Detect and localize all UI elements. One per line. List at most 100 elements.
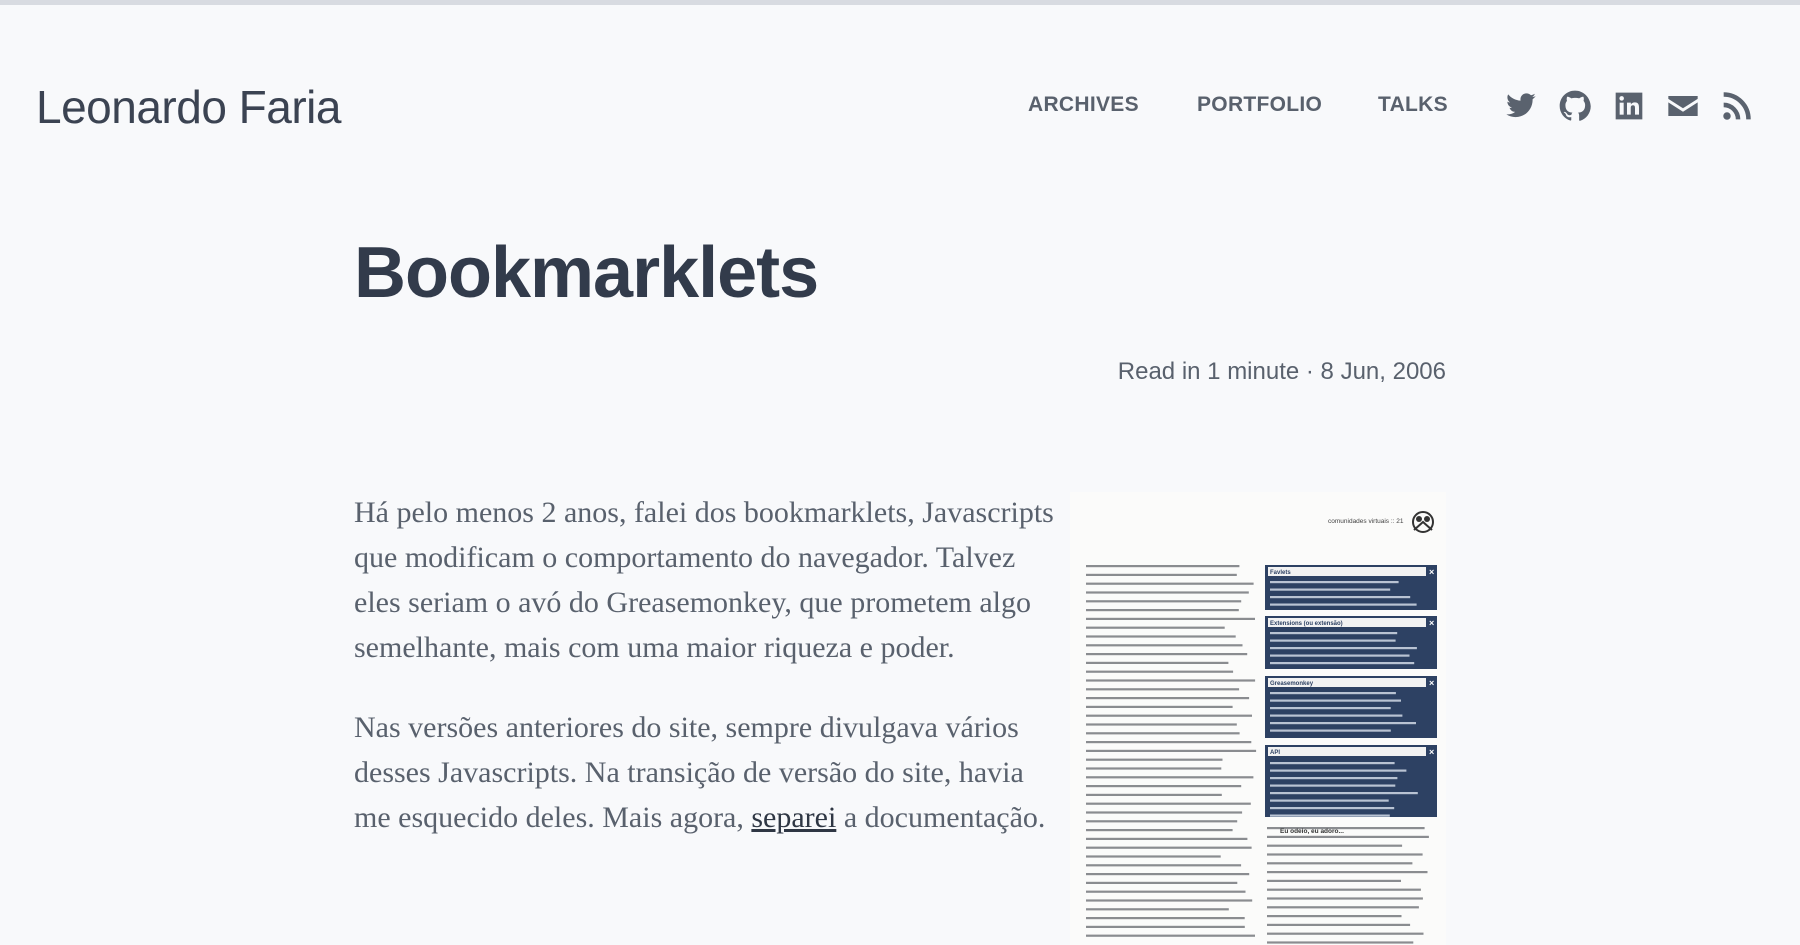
scan-text-line xyxy=(1086,855,1221,858)
scan-text-line xyxy=(1270,784,1396,787)
scan-text-line xyxy=(1270,603,1417,606)
scan-text-line xyxy=(1086,617,1255,620)
scan-text-line xyxy=(1086,934,1255,937)
scan-text-line xyxy=(1086,679,1256,682)
scan-text-line xyxy=(1086,705,1233,708)
scan-text-line xyxy=(1270,762,1395,765)
svg-text:×: × xyxy=(1429,747,1434,757)
scan-text-line xyxy=(1267,871,1428,874)
scan-text-line xyxy=(1086,591,1249,594)
scan-box-title: Favlets xyxy=(1270,570,1291,576)
scan-text-line xyxy=(1270,814,1390,817)
email-icon[interactable] xyxy=(1667,90,1699,122)
scan-text-line xyxy=(1086,917,1245,920)
scan-text-line xyxy=(1086,829,1233,832)
scan-text-line xyxy=(1086,881,1238,884)
scan-box-api: API × xyxy=(1265,745,1437,817)
scan-box-title: API xyxy=(1270,750,1280,756)
svg-text:×: × xyxy=(1429,567,1434,577)
scan-text-line xyxy=(1267,879,1401,882)
scan-box-favlets: Favlets × xyxy=(1265,565,1437,610)
rss-icon[interactable] xyxy=(1721,90,1753,122)
scan-left-column xyxy=(1086,565,1257,937)
scan-text-line xyxy=(1086,785,1242,788)
scan-text-line xyxy=(1270,799,1389,802)
scan-text-line xyxy=(1086,890,1246,893)
scan-text-line xyxy=(1086,644,1243,647)
scan-text-line xyxy=(1086,758,1223,761)
scan-box-extensions: Extensions (ou extensão) × xyxy=(1265,616,1437,669)
scan-box-title: Extensions (ou extensão) xyxy=(1270,621,1343,627)
scan-text-line xyxy=(1086,899,1253,902)
scan-text-line xyxy=(1267,853,1423,856)
scan-text-line xyxy=(1267,932,1424,935)
scan-text-line xyxy=(1086,573,1237,576)
top-border xyxy=(0,0,1800,5)
github-icon[interactable] xyxy=(1559,90,1591,122)
scan-text-line xyxy=(1270,692,1396,695)
twitter-icon[interactable] xyxy=(1505,90,1537,122)
scan-text-line xyxy=(1267,862,1413,865)
scan-text-line xyxy=(1270,588,1391,591)
scan-text-line xyxy=(1086,925,1245,928)
scan-text-line xyxy=(1086,714,1252,717)
scan-text-line xyxy=(1267,941,1414,944)
scan-text-line xyxy=(1270,714,1403,717)
scan-text-line xyxy=(1086,864,1242,867)
scan-text-line xyxy=(1270,777,1398,780)
scan-text-line xyxy=(1086,846,1252,849)
paragraph-2-end: a documentação. xyxy=(836,801,1046,834)
scan-text-line xyxy=(1086,723,1237,726)
scan-text-line xyxy=(1086,873,1250,876)
post-title: Bookmarklets xyxy=(354,233,819,313)
scan-text-line xyxy=(1086,732,1240,735)
paragraph-2: Nas versões anteriores do site, sempre d… xyxy=(354,705,1066,840)
scan-text-line xyxy=(1270,807,1395,810)
scan-header-text: comunidades virtuais :: 21 xyxy=(1328,518,1404,525)
scan-text-line xyxy=(1267,888,1421,891)
scan-text-line xyxy=(1270,647,1417,650)
social-links xyxy=(0,90,1800,126)
magazine-scan-image: comunidades virtuais :: 21 Favlets × Ext… xyxy=(1070,492,1446,945)
scan-text-line xyxy=(1270,707,1391,710)
linkedin-icon[interactable] xyxy=(1613,90,1645,122)
scan-text-line xyxy=(1086,688,1240,691)
scan-text-line xyxy=(1086,802,1251,805)
scan-text-line xyxy=(1086,582,1254,585)
scan-text-line xyxy=(1086,767,1222,770)
post-meta: Read in 1 minute · 8 Jun, 2006 xyxy=(1117,358,1446,385)
scan-text-line xyxy=(1270,662,1415,665)
scan-text-line xyxy=(1086,820,1238,823)
scan-text-line xyxy=(1086,697,1250,700)
scan-text-line xyxy=(1270,699,1401,702)
scan-text-line xyxy=(1267,915,1402,918)
scan-text-line xyxy=(1270,581,1399,584)
scan-text-line xyxy=(1086,626,1225,629)
scan-text-line xyxy=(1267,844,1403,847)
scan-logo xyxy=(1412,511,1434,533)
scan-text-line xyxy=(1270,792,1418,795)
scan-text-line xyxy=(1086,661,1229,664)
svg-text:×: × xyxy=(1429,618,1434,628)
scan-text-line xyxy=(1086,635,1236,638)
scan-text-line xyxy=(1086,793,1222,796)
post-content: Há pelo menos 2 anos, falei dos bookmark… xyxy=(354,490,1066,875)
scan-text-line xyxy=(1086,565,1240,568)
scan-text-line xyxy=(1267,897,1423,900)
scan-text-line xyxy=(1270,654,1410,657)
scan-text-line xyxy=(1086,741,1252,744)
scan-right-column xyxy=(1267,827,1429,944)
scan-text-line xyxy=(1086,908,1229,911)
scan-text-line xyxy=(1270,639,1396,642)
scan-text-line xyxy=(1086,749,1257,752)
svg-text:×: × xyxy=(1429,678,1434,688)
paragraph-1: Há pelo menos 2 anos, falei dos bookmark… xyxy=(354,496,1054,664)
scan-text-line xyxy=(1270,596,1411,599)
scan-text-line xyxy=(1086,600,1242,603)
scan-text-line xyxy=(1086,776,1254,779)
separei-link[interactable]: separei xyxy=(751,801,836,834)
scan-text-line xyxy=(1270,769,1407,772)
scan-section-heading: Eu odeio, eu adoro... xyxy=(1280,828,1344,835)
scan-text-line xyxy=(1086,837,1248,840)
scan-text-line xyxy=(1270,729,1391,732)
